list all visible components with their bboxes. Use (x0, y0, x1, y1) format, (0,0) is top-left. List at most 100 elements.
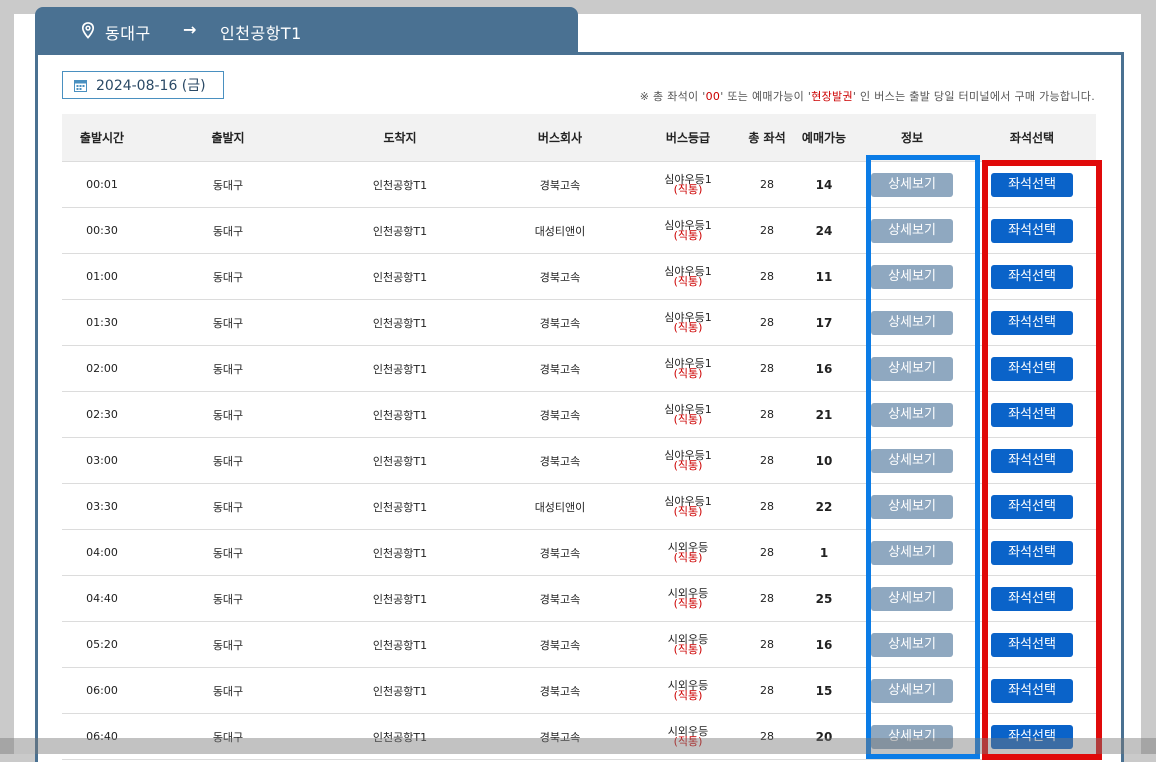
available-seats: 11 (792, 253, 856, 300)
total-seats: 28 (742, 437, 792, 484)
available-seats: 25 (792, 575, 856, 622)
available-seats: 21 (792, 391, 856, 438)
departure-time: 04:00 (62, 529, 142, 576)
seat-select-button[interactable]: 좌석선택 (991, 586, 1073, 611)
direct-tag: (직통) (673, 688, 703, 702)
bus-grade-cell: 시외우등 (직통) (634, 575, 742, 622)
direct-tag: (직통) (673, 504, 703, 518)
table-row: 04:40 동대구 인천공항T1 경북고속 시외우등 (직통) 28 25 상세보기 좌석선택 (62, 575, 1096, 622)
notice-text-2: ' 또는 예매가능이 ' (720, 90, 812, 103)
scroll-overlay (0, 738, 1156, 754)
bus-grade-cell: 시외우등 (직통) (634, 621, 742, 668)
detail-button[interactable]: 상세보기 (871, 172, 953, 197)
info-cell: 상세보기 (856, 621, 968, 668)
destination: 인천공항T1 (314, 621, 486, 668)
detail-button[interactable]: 상세보기 (871, 448, 953, 473)
direct-tag: (직통) (673, 320, 703, 334)
seat-select-button[interactable]: 좌석선택 (991, 448, 1073, 473)
col-bus-company: 버스회사 (486, 114, 634, 162)
bus-company: 경북고속 (486, 391, 634, 438)
bus-grade-cell: 심야우등1 (직통) (634, 253, 742, 300)
table-row: 02:30 동대구 인천공항T1 경북고속 심야우등1 (직통) 28 21 상세보기 좌석선택 (62, 391, 1096, 438)
origin: 동대구 (142, 253, 314, 300)
detail-button[interactable]: 상세보기 (871, 632, 953, 657)
date-selector[interactable]: 2024-08-16 (금) (62, 71, 224, 99)
detail-button[interactable]: 상세보기 (871, 540, 953, 565)
col-info: 정보 (856, 114, 968, 162)
origin: 동대구 (142, 391, 314, 438)
destination: 인천공항T1 (314, 667, 486, 714)
col-total-seats: 총 좌석 (742, 114, 792, 162)
info-cell: 상세보기 (856, 391, 968, 438)
seat-select-button[interactable]: 좌석선택 (991, 310, 1073, 335)
available-seats: 24 (792, 207, 856, 254)
origin: 동대구 (142, 529, 314, 576)
detail-button[interactable]: 상세보기 (871, 310, 953, 335)
origin: 동대구 (142, 207, 314, 254)
seat-cell: 좌석선택 (968, 483, 1096, 530)
detail-button[interactable]: 상세보기 (871, 218, 953, 243)
col-seat-select: 좌석선택 (968, 114, 1096, 162)
detail-button[interactable]: 상세보기 (871, 494, 953, 519)
bus-grade-cell: 시외우등 (직통) (634, 529, 742, 576)
total-seats: 28 (742, 299, 792, 346)
origin: 동대구 (142, 345, 314, 392)
direct-tag: (직통) (673, 182, 703, 196)
info-cell: 상세보기 (856, 575, 968, 622)
location-pin-icon (81, 22, 95, 39)
seat-select-button[interactable]: 좌석선택 (991, 172, 1073, 197)
seat-cell: 좌석선택 (968, 161, 1096, 208)
origin: 동대구 (142, 483, 314, 530)
available-seats: 17 (792, 299, 856, 346)
seat-select-button[interactable]: 좌석선택 (991, 678, 1073, 703)
origin: 동대구 (142, 575, 314, 622)
date-text: 2024-08-16 (금) (96, 78, 206, 94)
destination: 인천공항T1 (314, 529, 486, 576)
detail-button[interactable]: 상세보기 (871, 264, 953, 289)
table-row: 00:30 동대구 인천공항T1 대성티앤이 심야우등1 (직통) 28 24 상세보기 좌석선택 (62, 207, 1096, 254)
direct-tag: (직통) (673, 642, 703, 656)
seat-select-button[interactable]: 좌석선택 (991, 218, 1073, 243)
table-header-row: 출발시간 출발지 도착지 버스회사 버스등급 총 좌석 예매가능 정보 좌석선택 (62, 114, 1096, 162)
destination: 인천공항T1 (314, 391, 486, 438)
detail-button[interactable]: 상세보기 (871, 356, 953, 381)
total-seats: 28 (742, 391, 792, 438)
route-arrow-icon: → (183, 20, 197, 39)
bus-company: 경북고속 (486, 529, 634, 576)
info-cell: 상세보기 (856, 345, 968, 392)
seat-select-button[interactable]: 좌석선택 (991, 402, 1073, 427)
bus-company: 대성티앤이 (486, 207, 634, 254)
info-cell: 상세보기 (856, 207, 968, 254)
bus-grade-cell: 심야우등1 (직통) (634, 437, 742, 484)
info-cell: 상세보기 (856, 253, 968, 300)
seat-select-button[interactable]: 좌석선택 (991, 264, 1073, 289)
table-row: 03:30 동대구 인천공항T1 대성티앤이 심야우등1 (직통) 28 22 상세보기 좌석선택 (62, 483, 1096, 530)
bus-company: 경북고속 (486, 161, 634, 208)
departure-time: 02:30 (62, 391, 142, 438)
detail-button[interactable]: 상세보기 (871, 678, 953, 703)
total-seats: 28 (742, 253, 792, 300)
seat-select-button[interactable]: 좌석선택 (991, 494, 1073, 519)
origin: 동대구 (142, 299, 314, 346)
available-seats: 14 (792, 161, 856, 208)
info-cell: 상세보기 (856, 483, 968, 530)
bus-grade-cell: 시외우등 (직통) (634, 667, 742, 714)
direct-tag: (직통) (673, 412, 703, 426)
seat-select-button[interactable]: 좌석선택 (991, 540, 1073, 565)
available-seats: 10 (792, 437, 856, 484)
total-seats: 28 (742, 621, 792, 668)
seat-select-button[interactable]: 좌석선택 (991, 356, 1073, 381)
available-seats: 15 (792, 667, 856, 714)
available-seats: 1 (792, 529, 856, 576)
departure-time: 01:30 (62, 299, 142, 346)
detail-button[interactable]: 상세보기 (871, 402, 953, 427)
table-row: 01:30 동대구 인천공항T1 경북고속 심야우등1 (직통) 28 17 상세보기 좌석선택 (62, 299, 1096, 346)
bus-grade-cell: 심야우등1 (직통) (634, 299, 742, 346)
table-row: 00:01 동대구 인천공항T1 경북고속 심야우등1 (직통) 28 14 상세보기 좌석선택 (62, 161, 1096, 208)
notice-text-1: ※ 총 좌석이 ' (639, 90, 706, 103)
destination: 인천공항T1 (314, 299, 486, 346)
destination: 인천공항T1 (314, 161, 486, 208)
departure-time: 01:00 (62, 253, 142, 300)
detail-button[interactable]: 상세보기 (871, 586, 953, 611)
seat-select-button[interactable]: 좌석선택 (991, 632, 1073, 657)
